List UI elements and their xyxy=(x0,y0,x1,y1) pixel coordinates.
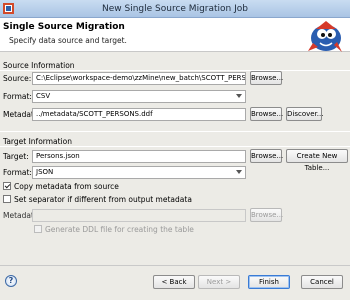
copy-metadata-checkbox[interactable] xyxy=(3,182,11,190)
source-label: Source: xyxy=(3,74,32,83)
source-metadata-input[interactable]: ../metadata/SCOTT_PERSONS.ddf xyxy=(32,108,246,121)
source-format-select[interactable]: CSV xyxy=(32,90,246,103)
source-format-label: Format: xyxy=(3,92,32,101)
create-new-table-button[interactable]: Create New Table... xyxy=(286,149,348,172)
chevron-down-icon xyxy=(236,170,242,174)
wizard-banner: Single Source Migration Specify data sou… xyxy=(0,18,350,52)
source-section-label: Source Information xyxy=(3,61,75,70)
section-divider xyxy=(0,131,350,132)
target-browse-button[interactable]: Browse... xyxy=(250,149,283,163)
chevron-down-icon xyxy=(236,94,242,98)
discover-button[interactable]: Discover... xyxy=(286,107,323,121)
source-browse-button[interactable]: Browse... xyxy=(250,71,283,85)
banner-subtitle: Specify data source and target. xyxy=(9,36,127,45)
target-path-input[interactable]: Persons.json xyxy=(32,150,246,163)
finish-button[interactable]: Finish xyxy=(248,275,290,289)
target-format-label: Format: xyxy=(3,168,32,177)
target-label: Target: xyxy=(3,152,29,161)
source-format-value: CSV xyxy=(36,92,51,100)
target-metadata-input[interactable] xyxy=(32,209,246,222)
separator-checkbox[interactable] xyxy=(3,195,11,203)
separator-label: Set separator if different from output m… xyxy=(14,195,192,204)
target-separator xyxy=(0,146,350,147)
source-separator xyxy=(0,70,350,71)
wizard-body: Source Information Source: C:\Eclipse\wo… xyxy=(0,53,350,274)
cancel-button[interactable]: Cancel xyxy=(301,275,343,289)
generate-ddl-checkbox[interactable] xyxy=(34,225,42,233)
target-section-label: Target Information xyxy=(3,137,73,146)
wizard-footer: ? < Back Next > Finish Cancel xyxy=(0,265,350,300)
fish-logo-icon xyxy=(308,21,342,52)
window-title: New Single Source Migration Job xyxy=(102,4,248,14)
copy-metadata-label: Copy metadata from source xyxy=(14,182,119,191)
banner-title: Single Source Migration xyxy=(3,22,125,32)
target-format-value: JSON xyxy=(36,168,54,176)
help-icon[interactable]: ? xyxy=(5,275,17,287)
target-metadata-browse-button[interactable]: Browse... xyxy=(250,208,283,222)
target-format-select[interactable]: JSON xyxy=(32,166,246,179)
source-path-input[interactable]: C:\Eclipse\workspace-demo\zzMine\new_bat… xyxy=(32,72,246,85)
back-button[interactable]: < Back xyxy=(153,275,195,289)
generate-ddl-label: Generate DDL file for creating the table xyxy=(45,225,194,234)
next-button[interactable]: Next > xyxy=(198,275,240,289)
window-titlebar: New Single Source Migration Job xyxy=(0,0,350,18)
source-metadata-browse-button[interactable]: Browse... xyxy=(250,107,283,121)
